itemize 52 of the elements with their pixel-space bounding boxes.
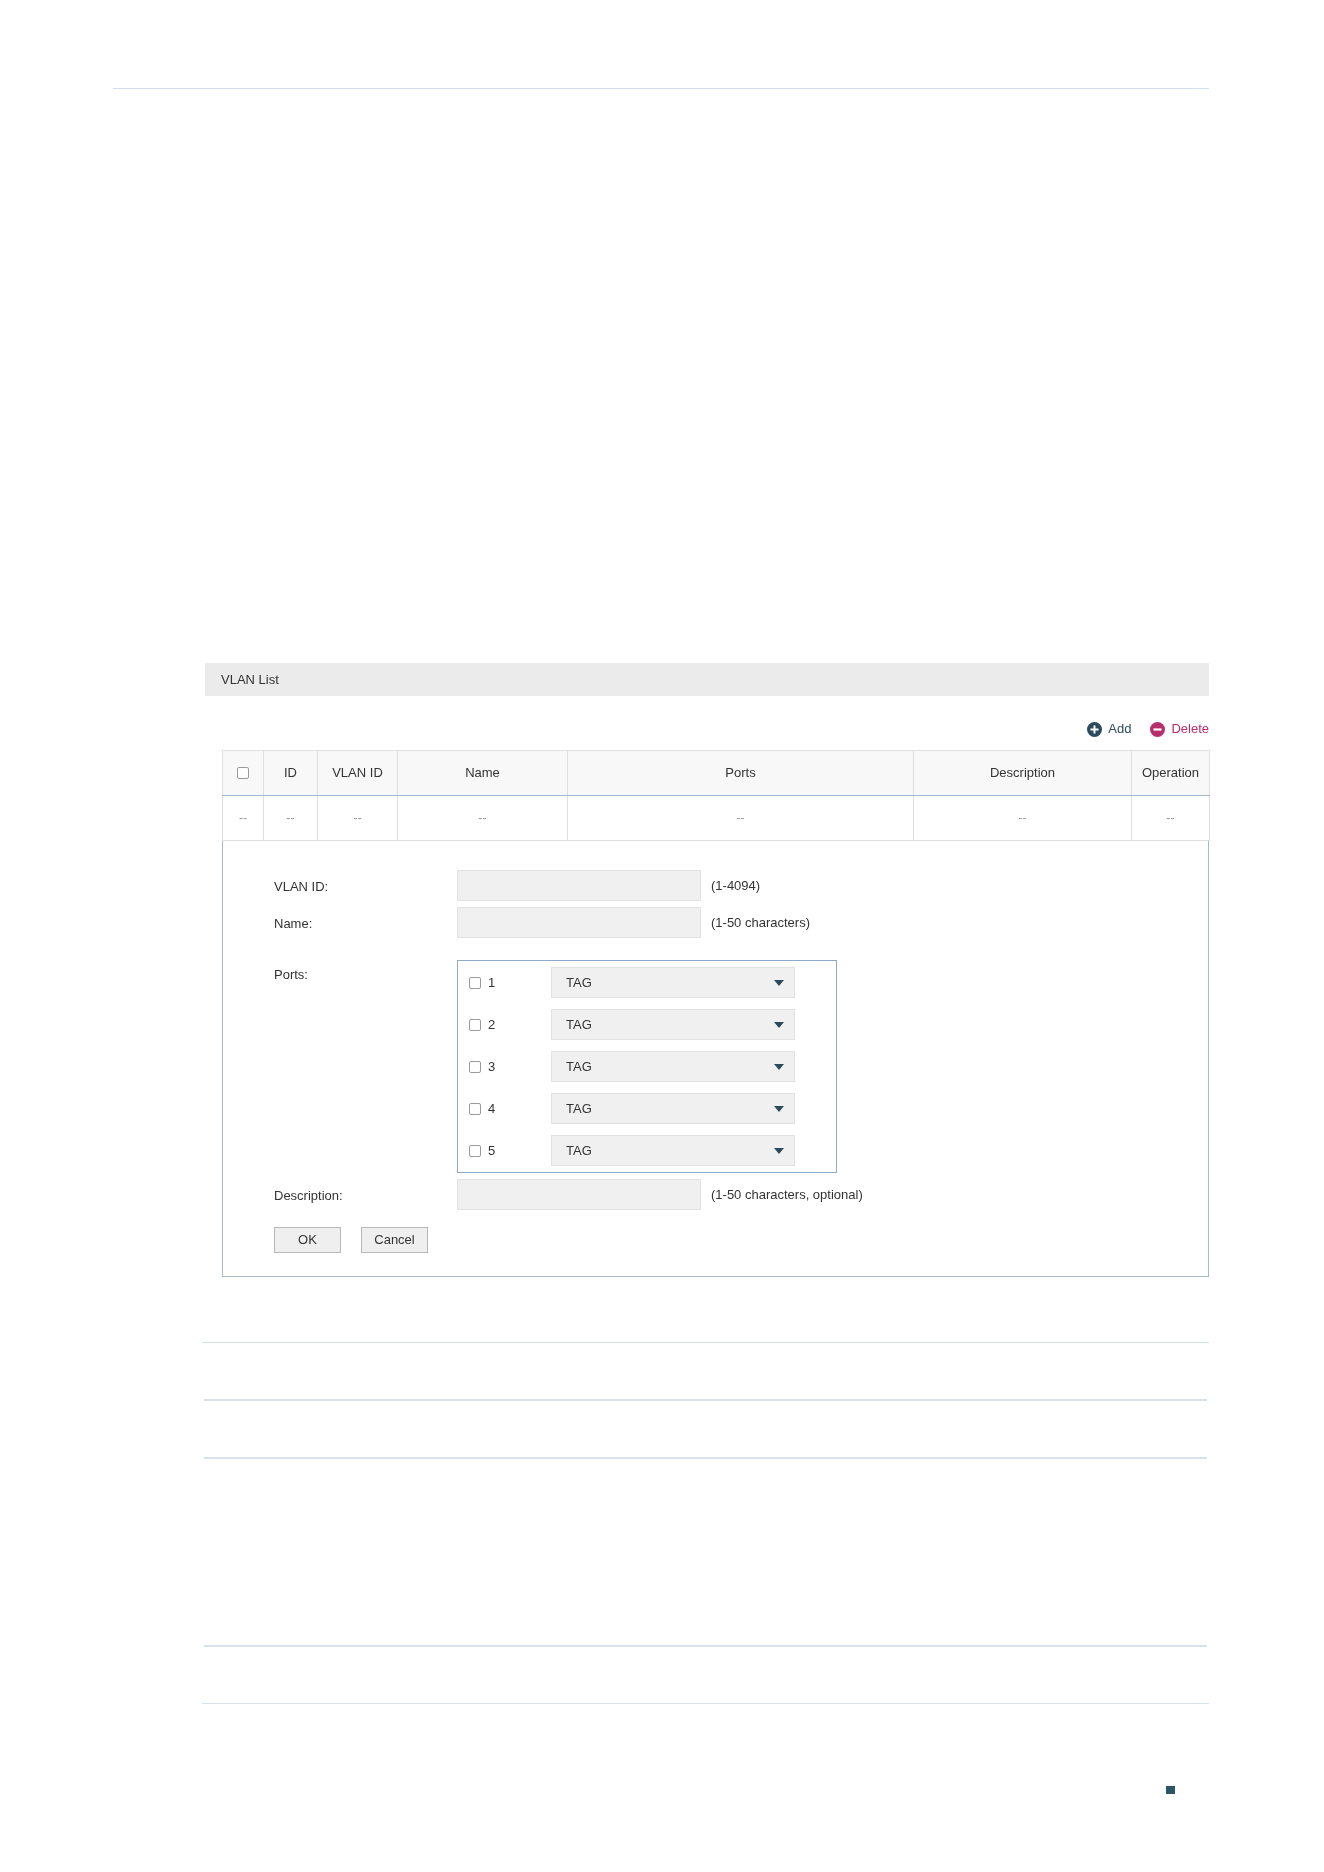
field-label: Description: (274, 1187, 343, 1203)
caret-down-icon (774, 1147, 784, 1154)
column-header: Ports (567, 750, 914, 796)
port-checkbox[interactable] (469, 1060, 481, 1073)
mode-dropdown[interactable]: TAG (551, 967, 795, 998)
table-cell: -- (263, 795, 318, 841)
port-number: 3 (488, 1057, 496, 1076)
text-field[interactable] (457, 1179, 701, 1210)
port-number: 2 (488, 1015, 496, 1034)
caret-down-icon (774, 979, 784, 986)
column-header: VLAN ID (317, 750, 398, 796)
section-title: VLAN List (221, 670, 279, 689)
field-label: Name: (274, 915, 313, 931)
caret-down-icon (774, 1021, 784, 1028)
table-cell: -- (317, 795, 398, 841)
port-number: 4 (488, 1099, 496, 1118)
square-icon (1166, 1786, 1175, 1794)
text-field[interactable] (457, 870, 701, 901)
field-label: VLAN ID: (274, 878, 329, 894)
caret-down-icon (774, 1105, 784, 1112)
column-header: Name (397, 750, 568, 796)
port-checkbox[interactable] (469, 1102, 481, 1115)
port-number: 1 (488, 973, 496, 992)
mode-dropdown[interactable]: TAG (551, 1093, 795, 1124)
table-cell: -- (913, 795, 1132, 841)
select-all-checkbox[interactable] (237, 767, 249, 779)
column-header: ID (263, 750, 318, 796)
mode-dropdown[interactable]: TAG (551, 1009, 795, 1040)
hint-text: (1-50 characters) (711, 913, 810, 932)
mode-dropdown[interactable]: TAG (551, 1135, 795, 1166)
minus-circle-icon (1150, 721, 1166, 737)
caret-down-icon (774, 1063, 784, 1070)
form-button[interactable]: OK (274, 1227, 341, 1253)
table-cell: -- (1131, 795, 1210, 841)
mode-dropdown[interactable]: TAG (551, 1051, 795, 1082)
table-cell: -- (222, 795, 264, 841)
delete-button[interactable]: Delete (1150, 719, 1209, 739)
hint-text: (1-4094) (711, 876, 761, 895)
column-header: Description (913, 750, 1132, 796)
port-checkbox[interactable] (469, 1018, 481, 1031)
column-header: Operation (1131, 750, 1210, 796)
port-checkbox[interactable] (469, 1144, 481, 1157)
text-field[interactable] (457, 907, 701, 938)
plus-circle-icon (1087, 721, 1103, 737)
form-button[interactable]: Cancel (361, 1227, 428, 1253)
add-button[interactable]: Add (1087, 719, 1132, 739)
port-checkbox[interactable] (469, 976, 481, 989)
field-label: Ports: (274, 967, 308, 982)
table-cell: -- (397, 795, 568, 841)
port-number: 5 (488, 1141, 496, 1160)
hint-text: (1-50 characters, optional) (711, 1185, 863, 1204)
table-cell: -- (567, 795, 914, 841)
